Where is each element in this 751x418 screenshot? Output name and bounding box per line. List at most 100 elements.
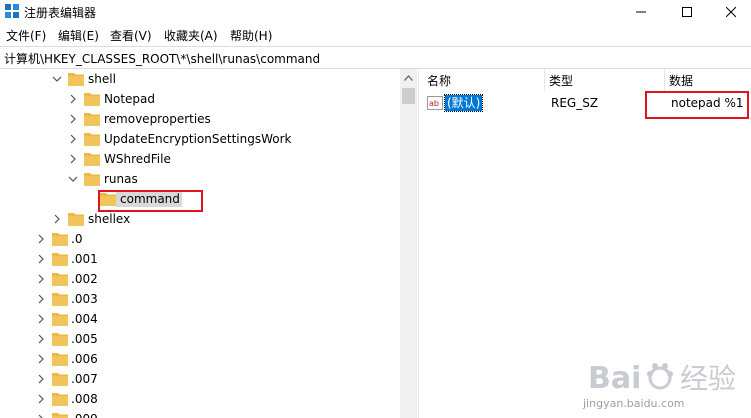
- tree-item[interactable]: runas: [0, 169, 400, 189]
- tree-item[interactable]: UpdateEncryptionSettingsWork: [0, 129, 400, 149]
- tree-item[interactable]: .005: [0, 329, 400, 349]
- scroll-up-button[interactable]: [400, 69, 417, 86]
- tree-item[interactable]: .007: [0, 369, 400, 389]
- chevron-right-icon[interactable]: [36, 354, 46, 364]
- tree-item-label: .008: [71, 392, 98, 406]
- tree-item[interactable]: shellex: [0, 209, 400, 229]
- chevron-right-icon[interactable]: [68, 154, 78, 164]
- folder-icon: [84, 133, 100, 146]
- tree-item-label: .002: [71, 272, 98, 286]
- tree-item[interactable]: shell: [0, 69, 400, 89]
- close-icon: [726, 7, 736, 17]
- folder-icon: [52, 293, 68, 306]
- column-header-data[interactable]: 数据: [665, 69, 751, 91]
- menu-favorites[interactable]: 收藏夹(A): [162, 27, 220, 44]
- chevron-right-icon[interactable]: [36, 234, 46, 244]
- column-header-type[interactable]: 类型: [545, 69, 665, 91]
- chevron-right-icon[interactable]: [36, 294, 46, 304]
- folder-icon: [52, 313, 68, 326]
- chevron-right-icon[interactable]: [36, 254, 46, 264]
- svg-text:Bai: Bai: [588, 361, 641, 396]
- tree-item-label: WShredFile: [104, 152, 171, 166]
- menu-view[interactable]: 查看(V): [108, 27, 154, 44]
- tree-item-label: .006: [71, 352, 98, 366]
- folder-icon: [84, 173, 100, 186]
- tree-item-label: .004: [71, 312, 98, 326]
- scroll-thumb[interactable]: [402, 88, 415, 104]
- maximize-button[interactable]: [664, 0, 710, 24]
- folder-icon: [52, 253, 68, 266]
- string-value-icon: ab: [427, 96, 443, 110]
- tree-item[interactable]: .006: [0, 349, 400, 369]
- chevron-right-icon[interactable]: [68, 134, 78, 144]
- address-path[interactable]: 计算机\HKEY_CLASSES_ROOT\*\shell\runas\comm…: [4, 50, 320, 67]
- folder-icon: [52, 413, 68, 418]
- tree-item[interactable]: WShredFile: [0, 149, 400, 169]
- chevron-right-icon[interactable]: [36, 334, 46, 344]
- folder-icon: [52, 373, 68, 386]
- folder-icon: [52, 233, 68, 246]
- chevron-right-icon[interactable]: [52, 214, 62, 224]
- maximize-icon: [682, 7, 692, 17]
- tree-item[interactable]: Notepad: [0, 89, 400, 109]
- chevron-right-icon[interactable]: [36, 274, 46, 284]
- regedit-app-icon: [5, 4, 19, 18]
- key-tree[interactable]: shell Notepad removeproperties UpdateEncryp…: [0, 69, 418, 418]
- chevron-down-icon[interactable]: [68, 174, 78, 184]
- tree-item-label: .001: [71, 252, 98, 266]
- tree-item-label: UpdateEncryptionSettingsWork: [104, 132, 292, 146]
- address-bar[interactable]: 计算机\HKEY_CLASSES_ROOT\*\shell\runas\comm…: [0, 46, 751, 69]
- title-bar: 注册表编辑器: [0, 0, 751, 24]
- minimize-button[interactable]: [618, 0, 664, 24]
- tree-item[interactable]: .002: [0, 269, 400, 289]
- close-button[interactable]: [708, 0, 751, 24]
- tree-item[interactable]: .001: [0, 249, 400, 269]
- value-type: REG_SZ: [551, 96, 599, 110]
- tree-item-label: runas: [104, 172, 138, 186]
- tree-item[interactable]: .009: [0, 409, 400, 418]
- column-header-name[interactable]: 名称: [423, 69, 545, 91]
- folder-icon: [68, 73, 84, 86]
- svg-text:经验: 经验: [680, 362, 736, 395]
- folder-icon: [84, 113, 100, 126]
- highlight-box-data: [645, 91, 749, 119]
- chevron-right-icon[interactable]: [36, 314, 46, 324]
- tree-item-label: .005: [71, 332, 98, 346]
- menu-help[interactable]: 帮助(H): [228, 27, 274, 44]
- folder-icon: [52, 393, 68, 406]
- tree-item[interactable]: .0: [0, 229, 400, 249]
- folder-icon: [52, 273, 68, 286]
- tree-item-label: shell: [88, 72, 116, 86]
- tree-item-label: shellex: [88, 212, 131, 226]
- folder-icon: [52, 333, 68, 346]
- tree-item[interactable]: .004: [0, 309, 400, 329]
- tree-item[interactable]: .008: [0, 389, 400, 409]
- watermark-url: jingyan.baidu.com: [583, 397, 685, 410]
- tree-item-label: .009: [71, 412, 98, 418]
- chevron-right-icon[interactable]: [68, 94, 78, 104]
- value-name-default[interactable]: (默认): [443, 94, 484, 112]
- chevron-right-icon[interactable]: [36, 414, 46, 418]
- tree-item-label: Notepad: [104, 92, 155, 106]
- folder-icon: [84, 153, 100, 166]
- menu-file[interactable]: 文件(F): [4, 27, 48, 44]
- folder-icon: [84, 93, 100, 106]
- tree-item-label: .003: [71, 292, 98, 306]
- tree-scrollbar[interactable]: [400, 69, 417, 418]
- chevron-right-icon[interactable]: [36, 394, 46, 404]
- chevron-right-icon[interactable]: [68, 114, 78, 124]
- tree-item-label: removeproperties: [104, 112, 211, 126]
- minimize-icon: [636, 11, 646, 13]
- tree-item[interactable]: .003: [0, 289, 400, 309]
- window-title: 注册表编辑器: [24, 6, 97, 20]
- chevron-up-icon: [404, 74, 413, 81]
- chevron-right-icon[interactable]: [36, 374, 46, 384]
- menu-bar: 文件(F) 编辑(E) 查看(V) 收藏夹(A) 帮助(H): [0, 25, 751, 45]
- tree-item-label: .007: [71, 372, 98, 386]
- menu-edit[interactable]: 编辑(E): [56, 27, 101, 44]
- folder-icon: [52, 353, 68, 366]
- folder-icon: [68, 213, 84, 226]
- svg-text:ab: ab: [429, 99, 439, 108]
- chevron-down-icon[interactable]: [52, 74, 62, 84]
- tree-item[interactable]: removeproperties: [0, 109, 400, 129]
